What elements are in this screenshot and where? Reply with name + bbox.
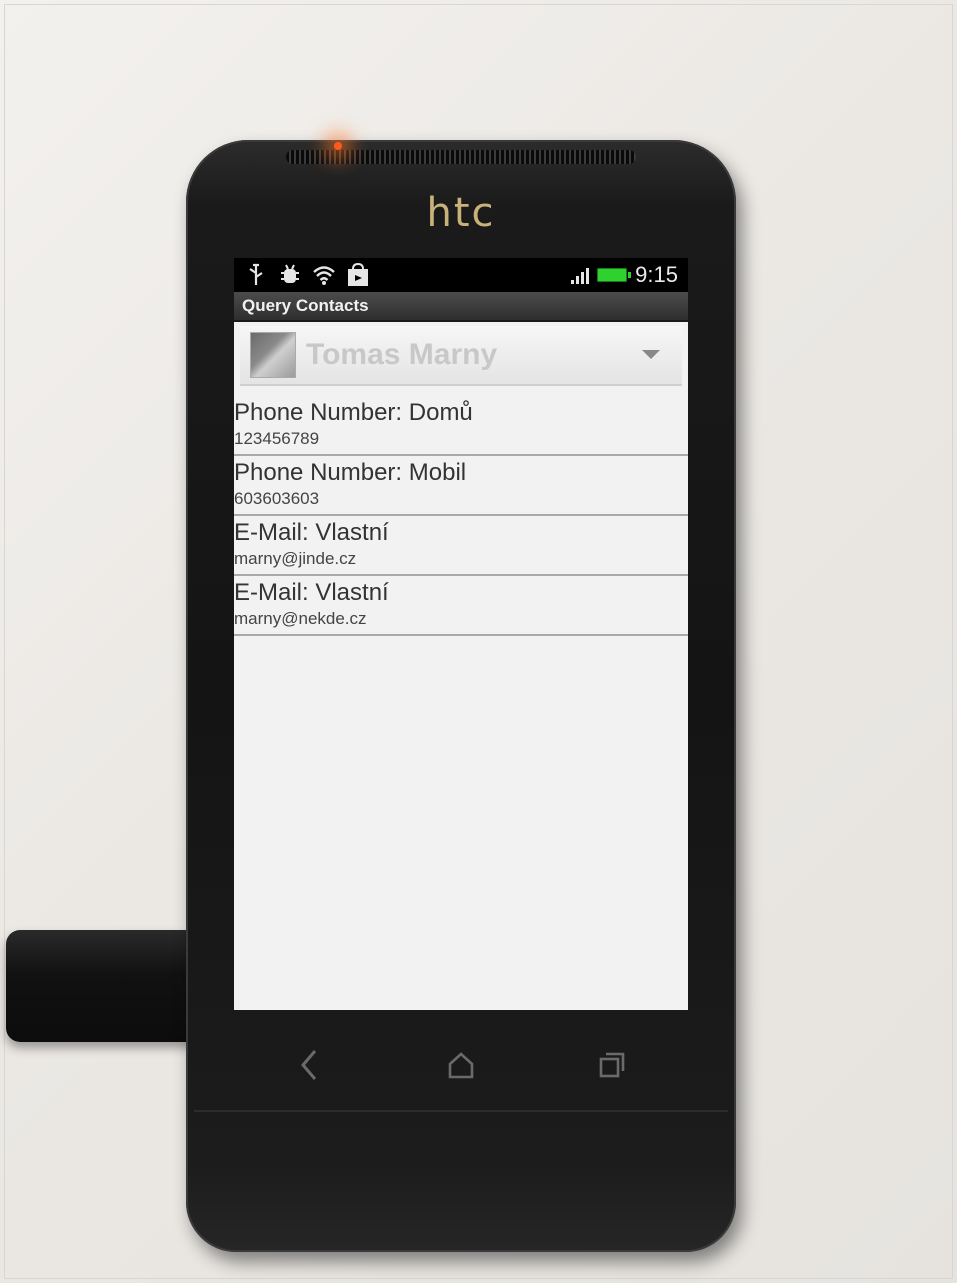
entry-label: E-Mail: Vlastní [234,519,389,546]
recent-apps-button[interactable] [587,1040,637,1090]
entry-label: E-Mail: Vlastní [234,579,389,606]
list-item[interactable]: E-Mail: Vlastní marny@nekde.cz [234,576,688,636]
app-title: Query Contacts [242,296,369,315]
usb-plug [6,930,206,1042]
entry-value: marny@jinde.cz [234,549,357,568]
status-bar: 9:15 [234,258,688,292]
earpiece-speaker [286,150,636,164]
back-icon [300,1050,316,1080]
market-icon [346,262,370,288]
entry-label: Phone Number: Mobil [234,459,467,486]
bottom-divider [194,1110,728,1112]
brand-logo: htc [426,190,496,236]
entry-value: 603603603 [234,489,320,508]
back-button[interactable] [285,1040,335,1090]
signal-icon [571,266,590,284]
entry-label: Phone Number: Domů [234,399,473,426]
entry-value: marny@nekde.cz [234,609,367,628]
debug-icon [278,262,302,288]
wifi-icon [312,262,336,288]
screen: 9:15 Query Contacts Tomas Marny Phone Nu… [234,258,688,1010]
home-icon [448,1052,474,1079]
contact-photo [250,332,296,378]
status-clock: 9:15 [635,262,678,287]
battery-icon [597,268,632,282]
phone-body: htc 9:15 Query Contacts Tomas Marny Phon… [186,140,736,1252]
entry-value: 123456789 [234,429,320,448]
list-item[interactable]: Phone Number: Mobil 603603603 [234,456,688,516]
list-item[interactable]: Phone Number: Domů 123456789 [234,396,688,456]
notification-led [334,142,342,150]
app-title-bar: Query Contacts [234,292,688,322]
navigation-bar [234,1030,688,1100]
contact-details-list: Phone Number: Domů 123456789 Phone Numbe… [234,396,688,636]
home-button[interactable] [436,1040,486,1090]
list-item[interactable]: E-Mail: Vlastní marny@jinde.cz [234,516,688,576]
usb-icon [244,262,268,288]
spinner-selected-contact: Tomas Marny [306,338,498,371]
chevron-down-icon [642,350,660,359]
contact-spinner[interactable]: Tomas Marny [240,326,682,386]
recent-apps-icon [600,1052,625,1078]
